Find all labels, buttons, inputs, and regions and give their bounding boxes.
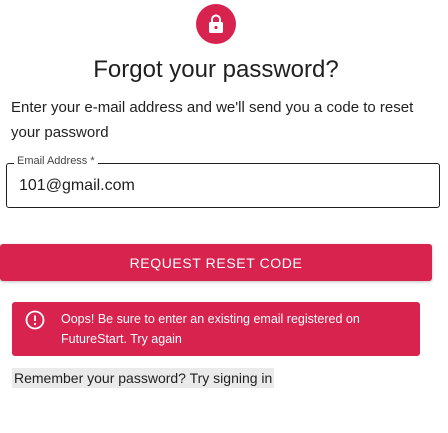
alert-message: Oops! Be sure to enter an existing email… bbox=[61, 312, 360, 346]
lock-avatar bbox=[196, 4, 236, 44]
request-reset-code-button[interactable]: REQUEST RESET CODE bbox=[0, 244, 432, 281]
forgot-password-page: Forgot your password? Enter your e-mail … bbox=[0, 0, 448, 433]
lock-icon bbox=[209, 14, 223, 33]
page-title: Forgot your password? bbox=[93, 56, 339, 83]
email-input[interactable]: 101@gmail.com bbox=[19, 177, 135, 195]
error-alert: Oops! Be sure to enter an existing email… bbox=[12, 302, 420, 356]
email-field[interactable]: Email Address * 101@gmail.com bbox=[6, 155, 440, 208]
sign-in-link[interactable]: Remember your password? Try signing in bbox=[12, 368, 275, 388]
alert-circle-icon bbox=[25, 310, 45, 330]
instructions-text: Enter your e-mail address and we'll send… bbox=[11, 99, 414, 141]
email-field-label: Email Address * bbox=[14, 155, 98, 167]
